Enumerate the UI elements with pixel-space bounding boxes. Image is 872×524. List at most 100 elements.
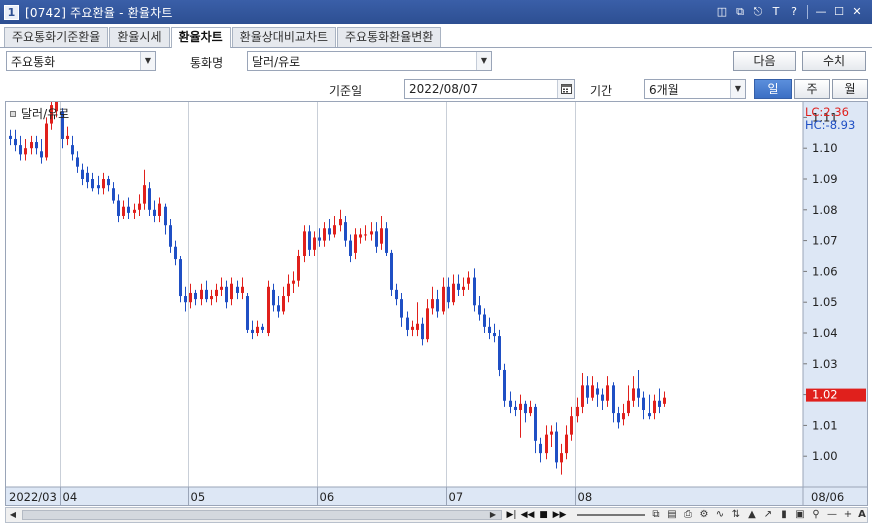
candle-up: [627, 385, 630, 417]
candle-down: [71, 135, 74, 161]
last-page-icon[interactable]: ▶|: [504, 508, 519, 522]
help-icon[interactable]: ?: [785, 3, 803, 21]
candle-up: [292, 271, 295, 293]
candle-down: [91, 172, 94, 192]
candle-down: [148, 182, 151, 216]
currency-pair-select[interactable]: 달러/유로 ▼: [247, 51, 492, 71]
candle-down: [169, 219, 172, 253]
bar-chart-icon[interactable]: ▮: [776, 508, 792, 522]
candle-down: [586, 376, 589, 404]
legend-swatch: [10, 110, 16, 117]
scroll-thumb[interactable]: [22, 510, 502, 520]
forward-icon[interactable]: ▶▶: [552, 508, 567, 522]
rewind-icon[interactable]: ◀◀: [520, 508, 535, 522]
chevron-down-icon[interactable]: ▼: [476, 52, 491, 70]
candle-up: [200, 283, 203, 306]
font-size-icon[interactable]: A: [854, 508, 870, 522]
candle-down: [107, 175, 110, 192]
tab-relative-comparison-chart[interactable]: 환율상대비교차트: [231, 27, 336, 47]
base-date-value: 2022/08/07: [409, 82, 479, 96]
base-date-input[interactable]: 2022/08/07: [404, 79, 575, 99]
candle-down: [390, 249, 393, 297]
candle-down: [642, 391, 645, 420]
zoom-out-icon[interactable]: —: [824, 508, 840, 522]
calendar-icon[interactable]: [557, 80, 574, 98]
currency-group-value: 주요통화: [11, 54, 56, 69]
candle-up: [24, 138, 27, 161]
interval-monthly-button[interactable]: 월: [832, 79, 868, 99]
values-button[interactable]: 수치: [802, 51, 866, 71]
duplicate-window-icon[interactable]: ⧉: [731, 3, 749, 21]
magnifier-icon[interactable]: ⚲: [808, 508, 824, 522]
fullscreen-icon[interactable]: ▣: [792, 508, 808, 522]
candle-up: [380, 215, 383, 250]
scroll-left-icon[interactable]: ◀: [6, 508, 20, 522]
pin-icon[interactable]: ⎋: [749, 3, 767, 21]
candle-down: [164, 203, 167, 235]
candle-down: [395, 283, 398, 306]
candle-up: [354, 228, 357, 260]
candle-up: [122, 200, 125, 220]
candlestick-chart-svg: 2022/03 04 05 06 07 081.111.101.091.081.071.0…: [6, 102, 867, 505]
chart-legend: 달러/유로: [10, 105, 69, 122]
candle-down: [14, 129, 17, 152]
line-chart-icon[interactable]: ∿: [712, 508, 728, 522]
print-icon[interactable]: ⎙: [680, 508, 696, 522]
candle-up: [416, 302, 419, 337]
candle-down: [637, 369, 640, 407]
font-icon[interactable]: T: [767, 3, 785, 21]
tab-exchange-quotes[interactable]: 환율시세: [109, 27, 170, 47]
area-chart-icon[interactable]: ▲: [744, 508, 760, 522]
period-label: 기간: [590, 84, 613, 98]
tab-major-currency-base-rate[interactable]: 주요통화기준환율: [4, 27, 109, 47]
candle-chart-icon[interactable]: ⇅: [728, 508, 744, 522]
candle-up: [565, 425, 568, 460]
title-separator: [807, 5, 808, 19]
trend-icon[interactable]: ↗: [760, 508, 776, 522]
candle-up: [66, 126, 69, 146]
candle-up: [576, 397, 579, 423]
candle-down: [601, 388, 604, 410]
candle-up: [364, 225, 367, 241]
tab-currency-converter[interactable]: 주요통화환율변환: [337, 27, 442, 47]
period-select[interactable]: 6개월 ▼: [644, 79, 746, 99]
candle-down: [35, 135, 38, 155]
candle-down: [509, 391, 512, 414]
chevron-down-icon[interactable]: ▼: [730, 80, 745, 98]
save-chart-icon[interactable]: ▤: [664, 508, 680, 522]
interval-weekly-button[interactable]: 주: [794, 79, 830, 99]
zoom-slider-track[interactable]: [577, 514, 645, 516]
maximize-icon[interactable]: ☐: [830, 3, 848, 21]
candle-down: [205, 280, 208, 303]
candle-up: [653, 394, 656, 420]
lc-label: LC:2.36: [805, 105, 849, 119]
window-number-badge[interactable]: 1: [4, 4, 19, 20]
candle-up: [267, 280, 270, 337]
chevron-down-icon[interactable]: ▼: [140, 52, 155, 70]
stop-icon[interactable]: ■: [536, 508, 551, 522]
tab-exchange-chart[interactable]: 환율차트: [170, 27, 231, 48]
interval-daily-button[interactable]: 일: [754, 79, 792, 99]
minimize-icon[interactable]: —: [812, 3, 830, 21]
candle-down: [76, 151, 79, 173]
next-button[interactable]: 다음: [733, 51, 796, 71]
candle-down: [514, 400, 517, 417]
scroll-right-icon[interactable]: ▶: [486, 508, 500, 522]
candle-down: [534, 403, 537, 454]
copy-chart-icon[interactable]: ⧉: [648, 508, 664, 522]
candle-down: [473, 268, 476, 312]
candle-down: [246, 292, 249, 333]
close-icon[interactable]: ✕: [848, 3, 866, 21]
candle-down: [236, 280, 239, 300]
candle-up: [560, 443, 563, 475]
candle-up: [622, 403, 625, 426]
date-axis-panel: [6, 487, 867, 505]
exchange-rate-chart[interactable]: 2022/03 04 05 06 07 08 1.11 1.10 1.09 1.08 1.07 1.0…: [5, 101, 868, 506]
chart-scrollbar[interactable]: ◀ ▶ ▶| ◀◀ ■ ▶▶ ⧉ ▤ ⎙ ⚙ ∿ ⇅ ▲ ↗ ▮ ▣ ⚲ — +…: [5, 507, 868, 523]
currency-group-select[interactable]: 주요통화 ▼: [6, 51, 156, 71]
currency-pair-value: 달러/유로: [252, 54, 301, 69]
candle-down: [277, 296, 280, 318]
settings-icon[interactable]: ⚙: [696, 508, 712, 522]
restore-window-icon[interactable]: ◫: [713, 3, 731, 21]
candle-up: [462, 277, 465, 297]
